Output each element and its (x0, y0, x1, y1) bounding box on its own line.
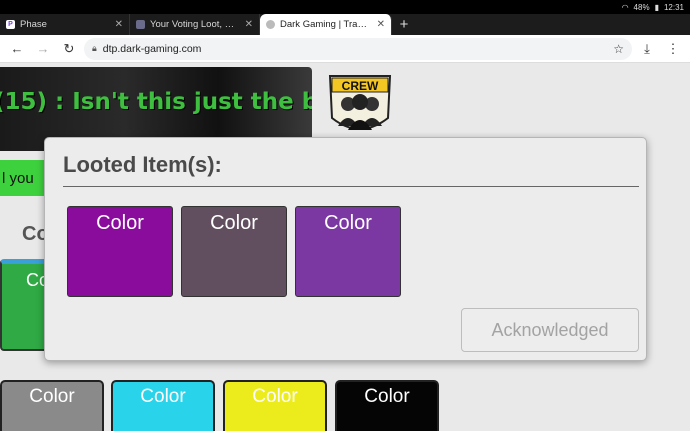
browser-toolbar: ← → ↻ 🔒︎ dtp.dark-gaming.com ☆ ⤓ ⋮ (0, 35, 690, 63)
close-icon[interactable]: ✕ (115, 19, 123, 30)
system-status-bar: ◠ 48% ▮ 12:31 (0, 0, 690, 14)
tab-title: Phase (20, 19, 47, 30)
color-swatch-black[interactable]: Color (335, 380, 439, 431)
phase-favicon-icon: P (6, 20, 15, 29)
globe-icon (266, 20, 275, 29)
loot-item-swatch: Color (67, 206, 173, 297)
clock: 12:31 (663, 2, 684, 12)
bookmark-star-icon[interactable]: ☆ (613, 42, 624, 56)
close-icon[interactable]: ✕ (377, 19, 385, 30)
battery-level: 48% (633, 2, 650, 12)
divider (63, 186, 639, 187)
color-swatch[interactable]: Co (0, 259, 49, 351)
green-notice: l you (0, 160, 48, 196)
loot-item-swatch: Color (181, 206, 287, 297)
tab-voting-loot[interactable]: Your Voting Loot, Daily - ( ✕ (130, 14, 260, 35)
url-text: dtp.dark-gaming.com (102, 42, 202, 55)
address-bar[interactable]: 🔒︎ dtp.dark-gaming.com ☆ (84, 37, 632, 60)
new-tab-button[interactable]: + (392, 14, 416, 35)
site-favicon-icon (136, 20, 145, 29)
wifi-icon: ◠ (621, 2, 629, 12)
tab-phase[interactable]: P Phase ✕ (0, 14, 130, 35)
reload-icon[interactable]: ↻ (58, 38, 80, 60)
acknowledge-button[interactable]: Acknowledged (461, 308, 639, 352)
back-arrow-icon[interactable]: ← (6, 38, 28, 60)
tab-strip: P Phase ✕ Your Voting Loot, Daily - ( ✕ … (0, 14, 690, 35)
banner-text: (15) : Isn't this just the best? (0, 89, 312, 115)
close-icon[interactable]: ✕ (245, 19, 253, 30)
lock-icon: 🔒︎ (92, 43, 97, 53)
color-swatch-cyan[interactable]: Color (111, 380, 215, 431)
logo-text: CREW (342, 79, 379, 93)
tab-title: Your Voting Loot, Daily - ( (150, 19, 240, 30)
color-swatch-yellow[interactable]: Color (223, 380, 327, 431)
looted-items-dialog: Looted Item(s): Color Color Color Acknow… (44, 137, 647, 361)
page-content: (15) : Isn't this just the best? CREW l … (0, 63, 690, 431)
dialog-title: Looted Item(s): (63, 152, 222, 177)
crew-logo: CREW (328, 75, 392, 130)
tab-title: Dark Gaming | Trading Sy (280, 19, 372, 30)
forward-arrow-icon[interactable]: → (32, 38, 54, 60)
battery-icon: ▮ (654, 2, 659, 12)
tab-dark-gaming[interactable]: Dark Gaming | Trading Sy ✕ (260, 14, 392, 35)
color-swatch-gray[interactable]: Color (0, 380, 104, 431)
menu-icon[interactable]: ⋮ (662, 38, 684, 60)
download-icon[interactable]: ⤓ (636, 38, 658, 60)
loot-item-swatch: Color (295, 206, 401, 297)
